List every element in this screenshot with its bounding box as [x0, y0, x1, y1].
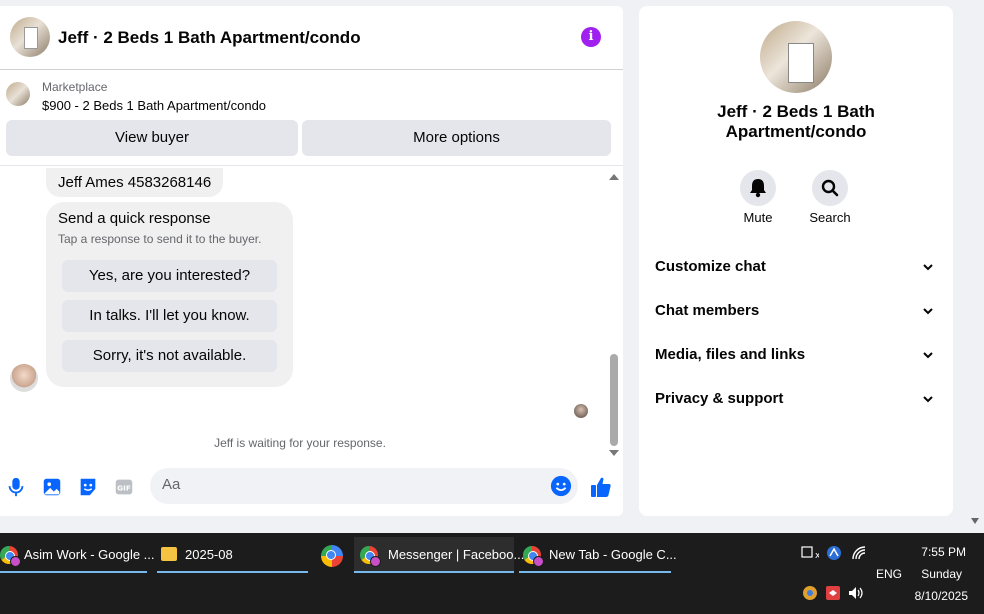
mute-button[interactable]: Mute [728, 170, 788, 225]
vpn-icon[interactable] [826, 545, 842, 561]
profile-badge-icon [370, 556, 381, 567]
microphone-icon[interactable] [5, 476, 27, 498]
clock-day[interactable]: Sunday [921, 567, 962, 581]
scroll-up-arrow[interactable] [609, 174, 619, 180]
taskbar-chrome-asim-work[interactable]: Asim Work - Google ... [0, 537, 155, 573]
photo-icon[interactable] [41, 476, 63, 498]
listing-title[interactable]: $900 - 2 Beds 1 Bath Apartment/condo [42, 98, 266, 113]
quick-response-in-talks[interactable]: In talks. I'll let you know. [62, 300, 277, 332]
view-buyer-button[interactable]: View buyer [6, 120, 298, 156]
conversation-info-panel: Jeff · 2 Beds 1 Bath Apartment/condo Mut… [639, 6, 953, 516]
language-indicator[interactable]: ENG [876, 567, 902, 581]
taskbar-label: Messenger | Faceboo... [388, 547, 525, 562]
scroll-thumb[interactable] [610, 354, 618, 446]
bell-icon-circle[interactable] [740, 170, 776, 206]
chevron-down-icon [923, 396, 933, 403]
privacy-support-row[interactable]: Privacy & support [655, 390, 937, 414]
running-indicator [519, 571, 671, 573]
profile-avatar[interactable] [760, 21, 832, 93]
sticker-icon[interactable] [77, 476, 99, 498]
security-tray-icon[interactable] [825, 585, 841, 601]
svg-text:x: x [815, 551, 819, 561]
gif-icon[interactable]: GIF [113, 476, 135, 498]
search-icon [821, 179, 839, 197]
wifi-icon[interactable] [851, 545, 867, 561]
more-options-button[interactable]: More options [302, 120, 611, 156]
media-files-links-row[interactable]: Media, files and links [655, 346, 937, 370]
chevron-down-icon [923, 264, 933, 271]
clock-date[interactable]: 8/10/2025 [915, 589, 968, 603]
taskbar-label: Asim Work - Google ... [24, 547, 155, 562]
input-method-icon[interactable]: x [801, 545, 819, 561]
app-tray-icon[interactable] [802, 585, 818, 601]
running-indicator [0, 571, 147, 573]
emoji-icon[interactable] [550, 475, 572, 497]
folder-icon [161, 547, 177, 561]
chevron-down-icon [923, 352, 933, 359]
message-scrollbar[interactable] [608, 174, 620, 456]
message-list: Jeff Ames 4583268146 Send a quick respon… [0, 166, 608, 456]
message-bubble: Jeff Ames 4583268146 [46, 168, 224, 197]
quick-response-subtitle: Tap a response to send it to the buyer. [58, 232, 262, 246]
chat-members-label: Chat members [655, 302, 760, 319]
sender-avatar[interactable] [10, 364, 38, 392]
chat-header: Jeff · 2 Beds 1 Bath Apartment/condo i [0, 6, 623, 70]
taskbar: Asim Work - Google ... 2025-08 Messenger… [0, 533, 984, 614]
marketplace-label: Marketplace [42, 80, 108, 94]
taskbar-messenger[interactable]: Messenger | Faceboo... [354, 537, 524, 573]
quick-response-yes[interactable]: Yes, are you interested? [62, 260, 277, 292]
info-icon[interactable]: i [581, 27, 601, 47]
profile-badge-icon [533, 556, 544, 567]
profile-badge-icon [10, 556, 21, 567]
chat-title[interactable]: Jeff · 2 Beds 1 Bath Apartment/condo [58, 28, 361, 48]
taskbar-app-icon[interactable] [320, 537, 346, 573]
volume-icon[interactable] [848, 585, 866, 601]
seen-indicator-avatar [574, 404, 588, 418]
chat-members-row[interactable]: Chat members [655, 302, 937, 326]
message-input-container [150, 468, 578, 504]
taskbar-label: 2025-08 [185, 547, 233, 562]
listing-thumbnail[interactable] [6, 82, 30, 106]
taskbar-new-tab[interactable]: New Tab - Google C... [519, 537, 677, 573]
waiting-status: Jeff is waiting for your response. [214, 436, 386, 450]
quick-response-card: Send a quick response Tap a response to … [46, 202, 293, 387]
svg-text:GIF: GIF [117, 484, 131, 493]
chevron-down-icon [923, 308, 933, 315]
bell-icon [750, 179, 766, 198]
taskbar-label: New Tab - Google C... [549, 547, 677, 562]
customize-chat-label: Customize chat [655, 258, 766, 275]
profile-title: Jeff · 2 Beds 1 Bath Apartment/condo [717, 102, 875, 141]
thumbs-up-icon[interactable] [589, 475, 613, 499]
conversation-avatar[interactable] [10, 17, 50, 57]
color-wheel-icon [321, 545, 343, 567]
privacy-support-label: Privacy & support [655, 390, 784, 407]
running-indicator [354, 571, 514, 573]
scroll-down-arrow[interactable] [609, 450, 619, 456]
page-scroll-down-arrow[interactable] [971, 518, 979, 524]
media-files-links-label: Media, files and links [655, 346, 806, 363]
quick-response-not-available[interactable]: Sorry, it's not available. [62, 340, 277, 372]
search-icon-circle[interactable] [812, 170, 848, 206]
composer: GIF [0, 464, 623, 510]
clock-time[interactable]: 7:55 PM [921, 545, 966, 559]
mute-label: Mute [743, 210, 773, 225]
search-label: Search [809, 210, 851, 225]
message-input[interactable] [162, 476, 542, 493]
search-button[interactable]: Search [800, 170, 860, 225]
customize-chat-row[interactable]: Customize chat [655, 258, 937, 282]
running-indicator [157, 571, 308, 573]
quick-response-title: Send a quick response [58, 210, 211, 227]
taskbar-file-explorer[interactable]: 2025-08 [157, 537, 308, 573]
chat-panel: Jeff · 2 Beds 1 Bath Apartment/condo i M… [0, 6, 623, 516]
